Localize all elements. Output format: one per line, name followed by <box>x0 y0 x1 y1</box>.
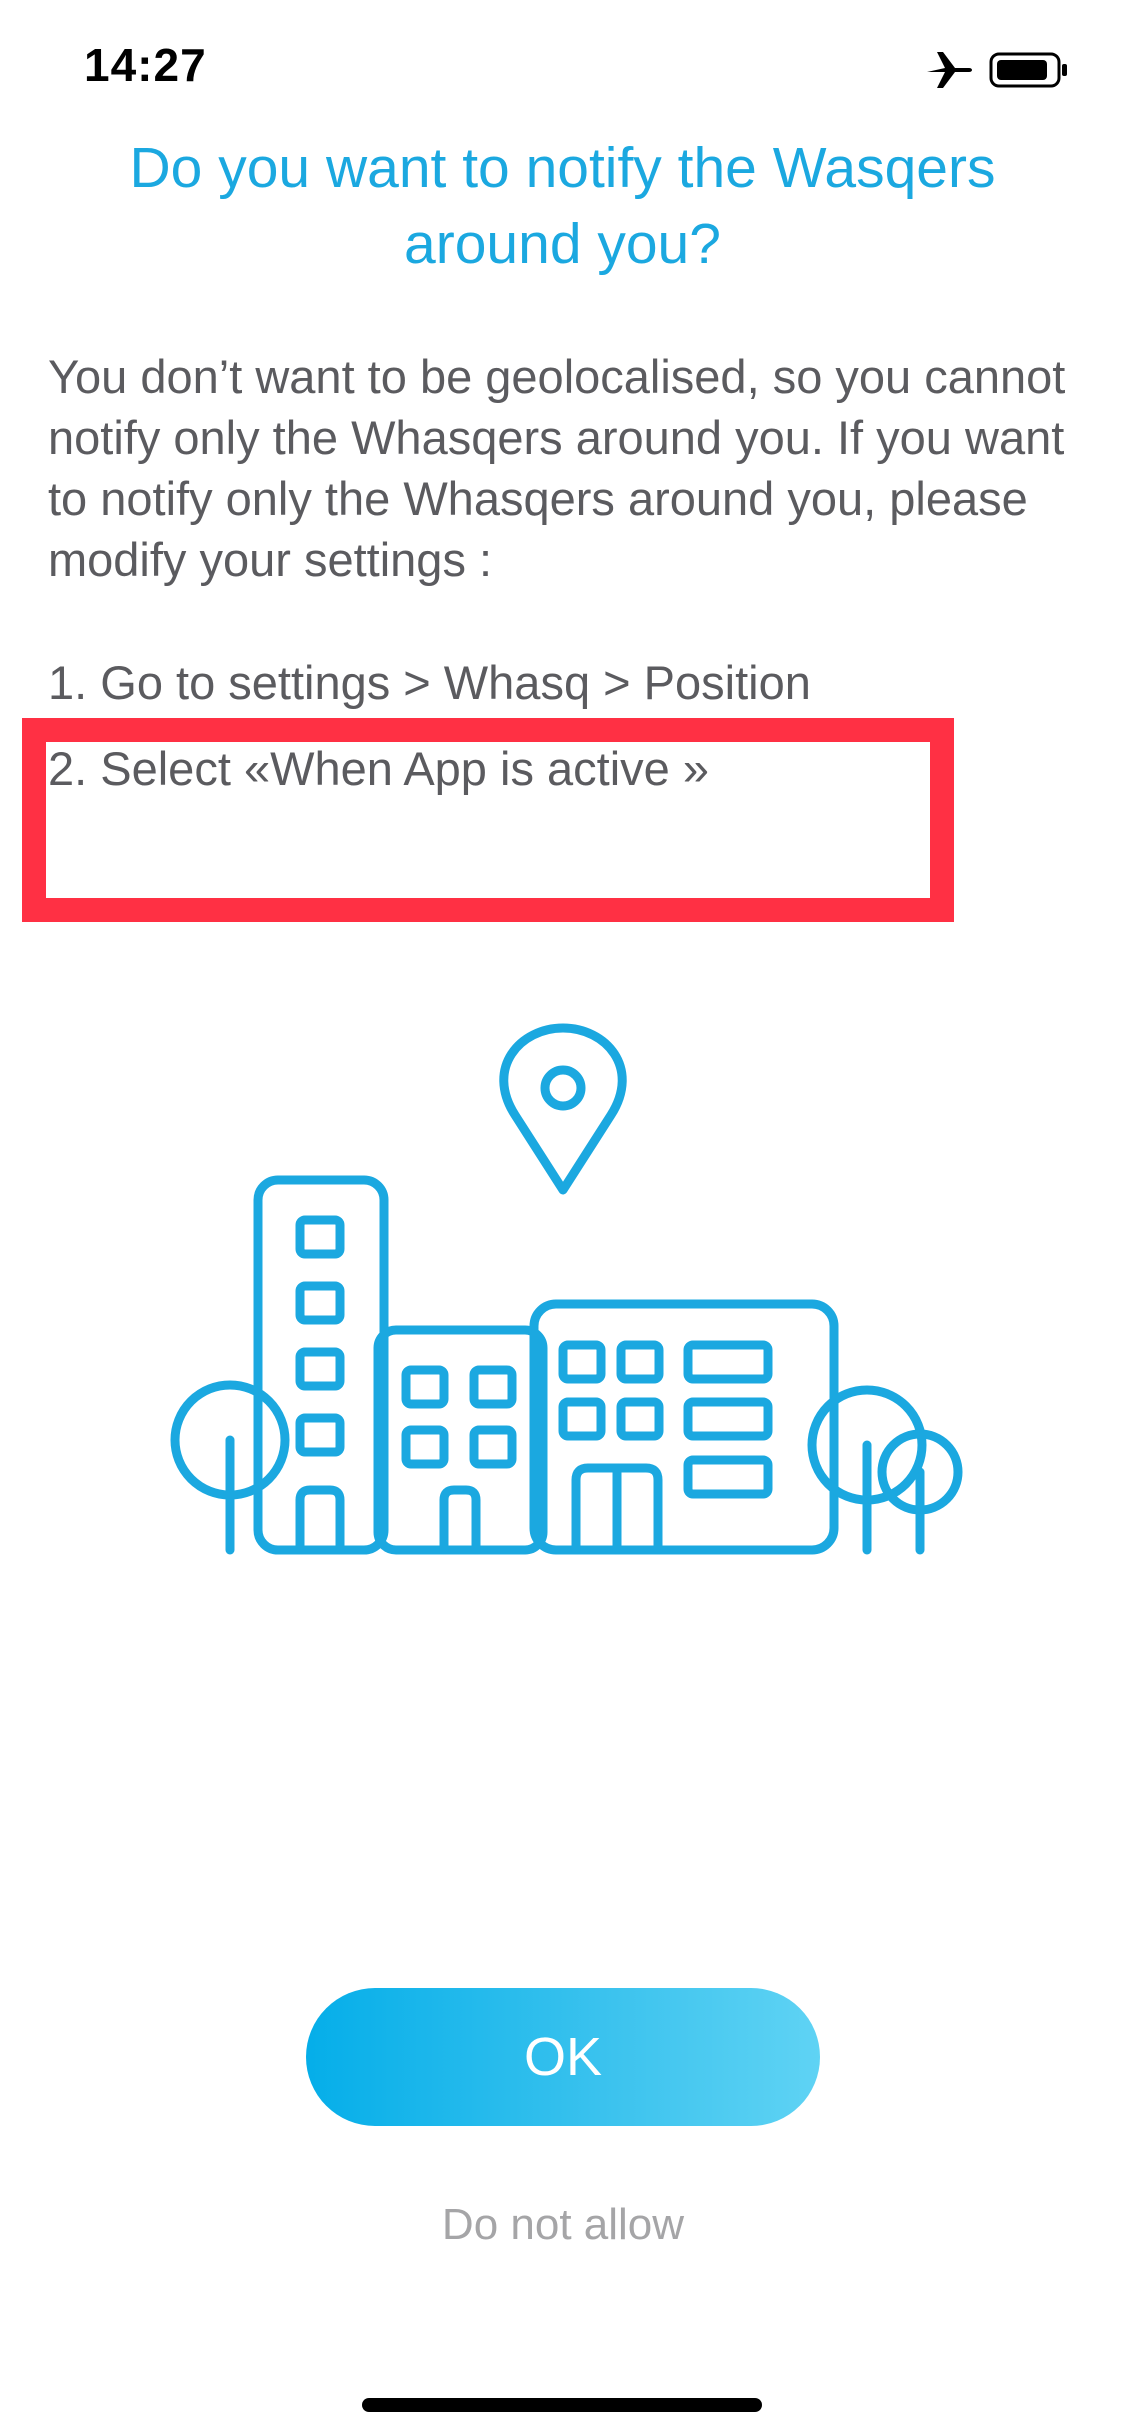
battery-icon <box>989 52 1067 88</box>
instruction-step-1: 1. Go to settings > Whasq > Position <box>48 656 811 709</box>
dialog-title: Do you want to notify the Wasqers around… <box>129 136 996 276</box>
home-indicator[interactable] <box>362 2398 762 2412</box>
status-bar: 14:27 <box>0 0 1125 140</box>
highlight-box <box>22 718 954 922</box>
airplane-icon <box>927 52 972 88</box>
ok-button[interactable]: OK <box>306 1988 820 2126</box>
dialog-body: You don’t want to be geolocalised, so yo… <box>48 350 1066 586</box>
status-time: 14:27 <box>84 39 207 91</box>
city-buildings-location-pin-icon <box>170 1023 963 1555</box>
do-not-allow-button[interactable]: Do not allow <box>306 2200 820 2250</box>
status-icons <box>925 48 1085 92</box>
